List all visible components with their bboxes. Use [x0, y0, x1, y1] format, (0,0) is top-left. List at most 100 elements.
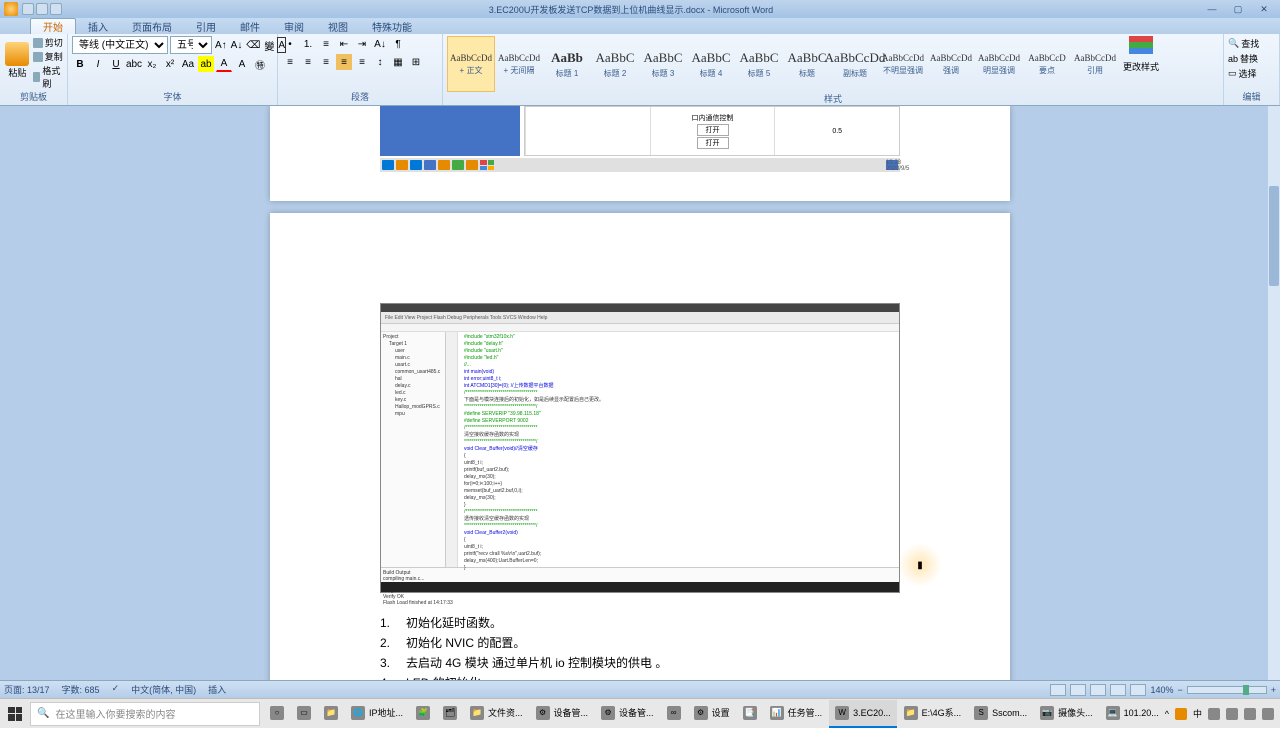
style-item-5[interactable]: AaBbC标题 4	[687, 36, 735, 92]
tab-insert[interactable]: 插入	[76, 18, 120, 34]
taskbar-item-9[interactable]: ∞	[661, 700, 687, 728]
taskbar-item-10[interactable]: ⚙设置	[688, 700, 736, 728]
borders-button[interactable]: ⊞	[408, 54, 424, 70]
tab-review[interactable]: 审阅	[272, 18, 316, 34]
tray-icon-5[interactable]	[1262, 708, 1274, 720]
tab-special[interactable]: 特殊功能	[360, 18, 424, 34]
qat-undo-icon[interactable]	[36, 3, 48, 15]
copy-button[interactable]: 复制	[33, 50, 63, 63]
status-language[interactable]: 中文(简体, 中国)	[131, 683, 196, 696]
tray-up-icon[interactable]: ^	[1165, 709, 1169, 719]
show-marks-button[interactable]: ¶	[390, 36, 406, 52]
cut-button[interactable]: 剪切	[33, 36, 63, 49]
document-area[interactable]: 口内通信控制 打开 打开 0.5 10:28 2023/9/5 File Edi…	[0, 106, 1280, 680]
style-item-6[interactable]: AaBbC标题 5	[735, 36, 783, 92]
highlight-button[interactable]: ab	[198, 56, 214, 72]
tray-ime-icon[interactable]: 中	[1193, 707, 1202, 720]
char-shading-button[interactable]: A	[234, 56, 250, 72]
replace-button[interactable]: ab替换	[1228, 51, 1275, 66]
view-web-button[interactable]	[1090, 684, 1106, 696]
align-center-button[interactable]: ≡	[300, 54, 316, 70]
taskbar-item-8[interactable]: ⚙设备管...	[595, 700, 660, 728]
distribute-button[interactable]: ≡	[354, 54, 370, 70]
paste-button[interactable]: 粘贴	[4, 36, 31, 84]
view-outline-button[interactable]	[1110, 684, 1126, 696]
shading-button[interactable]: ▦	[390, 54, 406, 70]
style-item-13[interactable]: AaBbCcDd引用	[1071, 36, 1119, 92]
font-family-select[interactable]: 等线 (中文正文)	[72, 36, 168, 54]
change-styles-button[interactable]: 更改样式	[1121, 36, 1161, 73]
subscript-button[interactable]: x₂	[144, 56, 160, 72]
style-item-9[interactable]: AaBbCcDd不明显强调	[879, 36, 927, 92]
office-orb[interactable]	[4, 2, 18, 16]
bullets-button[interactable]: •	[282, 36, 298, 52]
style-item-2[interactable]: AaBb标题 1	[543, 36, 591, 92]
numbering-button[interactable]: 1.	[300, 36, 316, 52]
multilevel-button[interactable]: ≡	[318, 36, 334, 52]
close-button[interactable]: ✕	[1252, 2, 1276, 16]
font-size-select[interactable]: 五号	[170, 36, 212, 54]
phonetic-button[interactable]: 變	[263, 37, 275, 53]
outdent-button[interactable]: ⇤	[336, 36, 352, 52]
taskbar-item-2[interactable]: 📁	[318, 700, 344, 728]
tray-icon-1[interactable]	[1175, 708, 1187, 720]
taskbar-item-0[interactable]: ○	[264, 700, 290, 728]
tray-icon-4[interactable]	[1244, 708, 1256, 720]
minimize-button[interactable]: —	[1200, 2, 1224, 16]
status-words[interactable]: 字数: 685	[62, 683, 100, 696]
qat-save-icon[interactable]	[22, 3, 34, 15]
indent-button[interactable]: ⇥	[354, 36, 370, 52]
enclose-char-button[interactable]: ㊕	[252, 56, 268, 72]
tab-view[interactable]: 视图	[316, 18, 360, 34]
view-fullscreen-button[interactable]	[1070, 684, 1086, 696]
sort-button[interactable]: A↓	[372, 36, 388, 52]
taskbar-item-6[interactable]: 📁文件资...	[464, 700, 529, 728]
view-print-layout-button[interactable]	[1050, 684, 1066, 696]
style-item-1[interactable]: AaBbCcDd+ 无间隔	[495, 36, 543, 92]
align-left-button[interactable]: ≡	[282, 54, 298, 70]
taskbar-item-7[interactable]: ⚙设备管...	[530, 700, 595, 728]
italic-button[interactable]: I	[90, 56, 106, 72]
strike-button[interactable]: abc	[126, 56, 142, 72]
start-button[interactable]	[0, 699, 30, 729]
maximize-button[interactable]: ▢	[1226, 2, 1250, 16]
taskbar-item-1[interactable]: ▭	[291, 700, 317, 728]
view-draft-button[interactable]	[1130, 684, 1146, 696]
format-painter-button[interactable]: 格式刷	[33, 64, 63, 90]
zoom-slider[interactable]	[1187, 686, 1267, 694]
tab-references[interactable]: 引用	[184, 18, 228, 34]
taskbar-item-12[interactable]: 📊任务管...	[764, 700, 829, 728]
style-item-0[interactable]: AaBbCcDd+ 正文	[447, 36, 495, 92]
superscript-button[interactable]: x²	[162, 56, 178, 72]
style-item-4[interactable]: AaBbC标题 3	[639, 36, 687, 92]
taskbar-item-17[interactable]: 💻101.20...	[1100, 700, 1165, 728]
taskbar-item-15[interactable]: SSscom...	[968, 700, 1033, 728]
vertical-scrollbar[interactable]	[1268, 106, 1280, 680]
tray-icon-2[interactable]	[1208, 708, 1220, 720]
taskbar-item-16[interactable]: 📷摄像头...	[1034, 700, 1099, 728]
tab-layout[interactable]: 页面布局	[120, 18, 184, 34]
qat-redo-icon[interactable]	[50, 3, 62, 15]
zoom-in-button[interactable]: +	[1271, 685, 1276, 695]
tab-home[interactable]: 开始	[30, 18, 76, 34]
status-page[interactable]: 页面: 13/17	[4, 683, 50, 696]
tab-mailings[interactable]: 邮件	[228, 18, 272, 34]
font-color-button[interactable]: A	[216, 56, 232, 72]
clear-format-button[interactable]: ⌫	[245, 37, 261, 53]
style-gallery[interactable]: AaBbCcDd+ 正文AaBbCcDd+ 无间隔AaBb标题 1 AaBbC标题…	[447, 36, 1119, 92]
style-item-12[interactable]: AaBbCcD要点	[1023, 36, 1071, 92]
zoom-out-button[interactable]: −	[1177, 685, 1182, 695]
taskbar-item-11[interactable]: 📑	[737, 700, 763, 728]
justify-button[interactable]: ≡	[336, 54, 352, 70]
align-right-button[interactable]: ≡	[318, 54, 334, 70]
taskbar-item-5[interactable]: 🗂	[437, 700, 463, 728]
taskbar-item-14[interactable]: 📁E:\4G系...	[898, 700, 968, 728]
zoom-level[interactable]: 140%	[1150, 685, 1173, 695]
taskbar-search-input[interactable]: 🔍 在这里输入你要搜索的内容	[30, 702, 260, 726]
underline-button[interactable]: U	[108, 56, 124, 72]
status-insert-mode[interactable]: 插入	[208, 683, 226, 696]
grow-font-button[interactable]: A↑	[214, 37, 228, 53]
taskbar-item-13[interactable]: W3.EC20...	[829, 700, 897, 728]
style-item-10[interactable]: AaBbCcDd强调	[927, 36, 975, 92]
tray-icon-3[interactable]	[1226, 708, 1238, 720]
